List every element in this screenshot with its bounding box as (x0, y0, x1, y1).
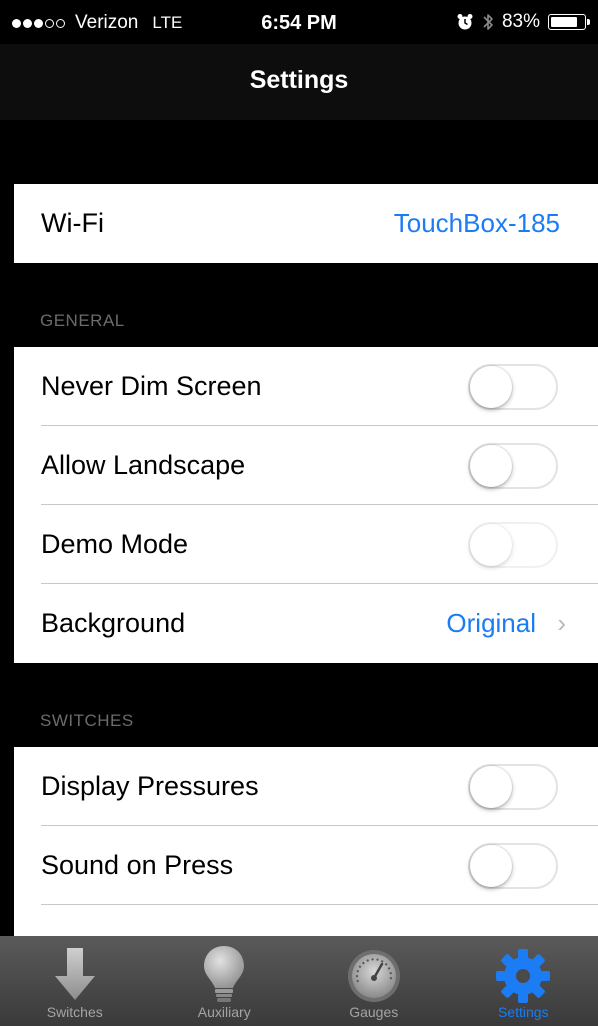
wifi-cell[interactable]: Wi-Fi TouchBox-185 (14, 184, 598, 263)
never-dim-screen-toggle[interactable] (468, 364, 558, 410)
display-pressures-cell: Display Pressures (14, 747, 598, 826)
tab-bar: Switches Auxiliary Gauges Settings (0, 936, 598, 1026)
sound-on-press-toggle[interactable] (468, 843, 558, 889)
demo-mode-cell: Demo Mode (14, 505, 598, 584)
settings-list[interactable]: Wi-Fi TouchBox-185 GENERAL Never Dim Scr… (0, 120, 598, 936)
wifi-label: Wi-Fi (41, 208, 104, 238)
toggle-knob (470, 524, 512, 566)
status-right: 83% (456, 11, 590, 33)
chevron-right-icon: › (557, 608, 566, 638)
battery-percent: 83% (501, 11, 540, 32)
tab-label: Switches (46, 1004, 103, 1020)
partially-hidden-cell[interactable] (14, 905, 598, 936)
battery-icon (548, 14, 590, 30)
light-bulb-icon (204, 946, 245, 1002)
status-bar: Verizon LTE 6:54 PM 83% (0, 0, 598, 44)
section-header-general: GENERAL (0, 263, 598, 347)
allow-landscape-cell: Allow Landscape (14, 426, 598, 505)
toggle-knob (470, 366, 512, 408)
section-header-switches: SWITCHES (0, 663, 598, 747)
display-pressures-label: Display Pressures (41, 771, 259, 801)
never-dim-screen-cell: Never Dim Screen (14, 347, 598, 426)
tab-label: Gauges (349, 1004, 399, 1020)
bluetooth-icon (483, 14, 493, 30)
tab-switches[interactable]: Switches (0, 936, 150, 1026)
section-header-label: SWITCHES (40, 711, 134, 730)
tab-gauges[interactable]: Gauges (299, 936, 449, 1026)
demo-mode-toggle[interactable] (468, 522, 558, 568)
never-dim-screen-label: Never Dim Screen (41, 371, 262, 401)
gauge-icon (347, 950, 400, 1002)
section-header-label: GENERAL (40, 311, 125, 330)
background-label: Background (41, 608, 186, 638)
page-title: Settings (249, 66, 349, 94)
sound-on-press-cell: Sound on Press (14, 826, 598, 905)
display-pressures-toggle[interactable] (468, 764, 558, 810)
toggle-knob (470, 845, 512, 887)
navigation-bar: Settings (0, 44, 598, 120)
background-value: Original (446, 608, 536, 638)
allow-landscape-toggle[interactable] (468, 443, 558, 489)
down-arrow-icon (54, 948, 95, 1000)
demo-mode-label: Demo Mode (41, 529, 189, 559)
background-cell[interactable]: Background Original › (14, 584, 598, 663)
tab-label: Auxiliary (197, 1004, 251, 1020)
toggle-knob (470, 445, 512, 487)
settings-screen: Verizon LTE 6:54 PM 83% Settings Wi-Fi T… (0, 0, 598, 1026)
alarm-icon (457, 14, 473, 30)
tab-settings[interactable]: Settings (449, 936, 598, 1026)
wifi-network-value: TouchBox-185 (393, 208, 560, 238)
tab-auxiliary[interactable]: Auxiliary (150, 936, 300, 1026)
allow-landscape-label: Allow Landscape (41, 450, 246, 480)
gear-icon (496, 949, 551, 1003)
toggle-knob (470, 766, 512, 808)
sound-on-press-label: Sound on Press (41, 850, 234, 880)
tab-label: Settings (497, 1004, 549, 1020)
